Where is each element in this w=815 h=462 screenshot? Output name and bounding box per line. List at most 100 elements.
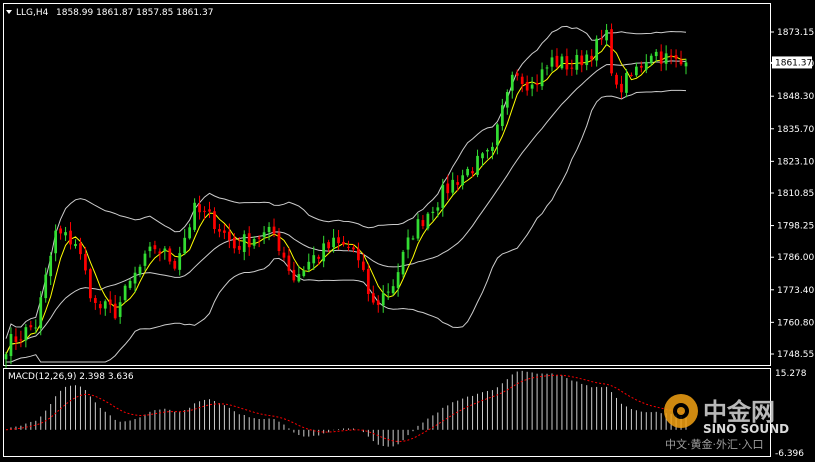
candle-body [630, 74, 633, 76]
candle-body [93, 298, 97, 303]
candle-body [19, 339, 23, 341]
candle-body [89, 269, 92, 299]
candle-body [659, 51, 663, 64]
candle-body [237, 245, 241, 250]
bollinger-upper-line [5, 25, 687, 339]
candle-body [9, 334, 13, 357]
candle-body [565, 56, 569, 70]
candle-body [297, 274, 301, 282]
candle-body [550, 57, 554, 67]
candle-body [391, 286, 395, 294]
candle-body [183, 237, 187, 254]
candle-body [128, 280, 132, 288]
candle-body [376, 300, 380, 306]
candle-body [34, 327, 38, 329]
candle-body [272, 226, 276, 234]
candle-body [461, 175, 465, 186]
candle-body [679, 59, 683, 65]
price-tick-label: 1835.70 [777, 125, 814, 135]
candle-body [242, 234, 246, 253]
candle-body [198, 204, 201, 213]
candle-body [163, 248, 167, 252]
candle-body [123, 285, 127, 301]
logo-dot-icon [677, 407, 685, 415]
candle-body [476, 155, 479, 175]
candle-body [664, 53, 668, 64]
candle-body [352, 247, 355, 250]
candle-body [381, 293, 385, 306]
candle-body [535, 83, 539, 86]
candle-body [530, 84, 534, 89]
candle-body [540, 69, 544, 87]
candle-body [282, 252, 286, 258]
candle-body [168, 248, 172, 262]
candle-body [585, 54, 589, 66]
candle-body [600, 38, 603, 40]
candle-body [148, 246, 152, 252]
candle-body [232, 237, 236, 249]
candle-body [74, 243, 77, 247]
candle-body [620, 83, 623, 93]
candle-body [441, 184, 445, 208]
candle-body [252, 238, 256, 246]
dropdown-triangle-icon[interactable] [6, 10, 12, 14]
candle-body [644, 61, 648, 70]
candle-body [466, 168, 469, 176]
candle-body [580, 55, 584, 66]
bollinger-middle-line [5, 60, 687, 355]
price-axis: 1873.151861.001848.301835.701823.101810.… [770, 28, 814, 360]
candle-body [401, 251, 405, 275]
candle-body [386, 291, 390, 293]
candle-body [669, 55, 673, 58]
candle-body [14, 336, 18, 343]
candle-body [411, 238, 415, 240]
candle-body [203, 210, 206, 212]
candle-body [366, 268, 370, 294]
candle-body [188, 227, 192, 239]
candle-body [520, 76, 524, 84]
candle-body [605, 29, 608, 41]
macd-scale-bottom: -6.396 [775, 449, 804, 459]
current-price-label: 1861.37 [775, 58, 812, 68]
price-tick-label: 1798.25 [777, 222, 814, 232]
candle-body [610, 29, 613, 74]
candle-body [302, 270, 306, 277]
macd-histogram [10, 370, 687, 447]
candle-body [24, 327, 28, 341]
candle-body [396, 272, 400, 289]
candle-body [515, 73, 519, 76]
candle-body [227, 231, 231, 241]
brand-en: SINO SOUND [703, 422, 789, 436]
price-tick-label: 1748.55 [777, 350, 814, 360]
candle-body [287, 255, 291, 271]
candle-body [674, 55, 678, 59]
candle-body [362, 261, 365, 270]
candle-body [54, 230, 57, 254]
candle-body [178, 253, 182, 270]
candle-body [684, 62, 688, 67]
bollinger-lower-line [6, 89, 687, 363]
candle-body [59, 228, 62, 234]
symbol-label: LLG,H4 [16, 8, 49, 18]
candle-body [64, 232, 67, 236]
price-tick-label: 1786.00 [777, 253, 814, 263]
candle-body [262, 232, 266, 238]
candle-body [625, 73, 628, 93]
candle-body [108, 299, 112, 305]
candle-body [118, 302, 122, 317]
candle-body [649, 55, 653, 63]
candle-body [416, 219, 420, 239]
candle-body [332, 237, 335, 248]
candle-body [153, 245, 157, 250]
candle-body [257, 237, 261, 239]
price-tick-label: 1810.85 [777, 189, 814, 199]
macd-label: MACD(12,26,9) 2.398 3.636 [8, 372, 134, 382]
candle-body [342, 241, 345, 245]
price-tick-label: 1773.40 [777, 286, 814, 296]
candle-body [173, 261, 177, 269]
candle-body [79, 243, 82, 255]
moving-average-line [5, 43, 687, 355]
candle-body [292, 269, 296, 281]
candle-body [491, 146, 494, 151]
candle-body [371, 293, 375, 303]
